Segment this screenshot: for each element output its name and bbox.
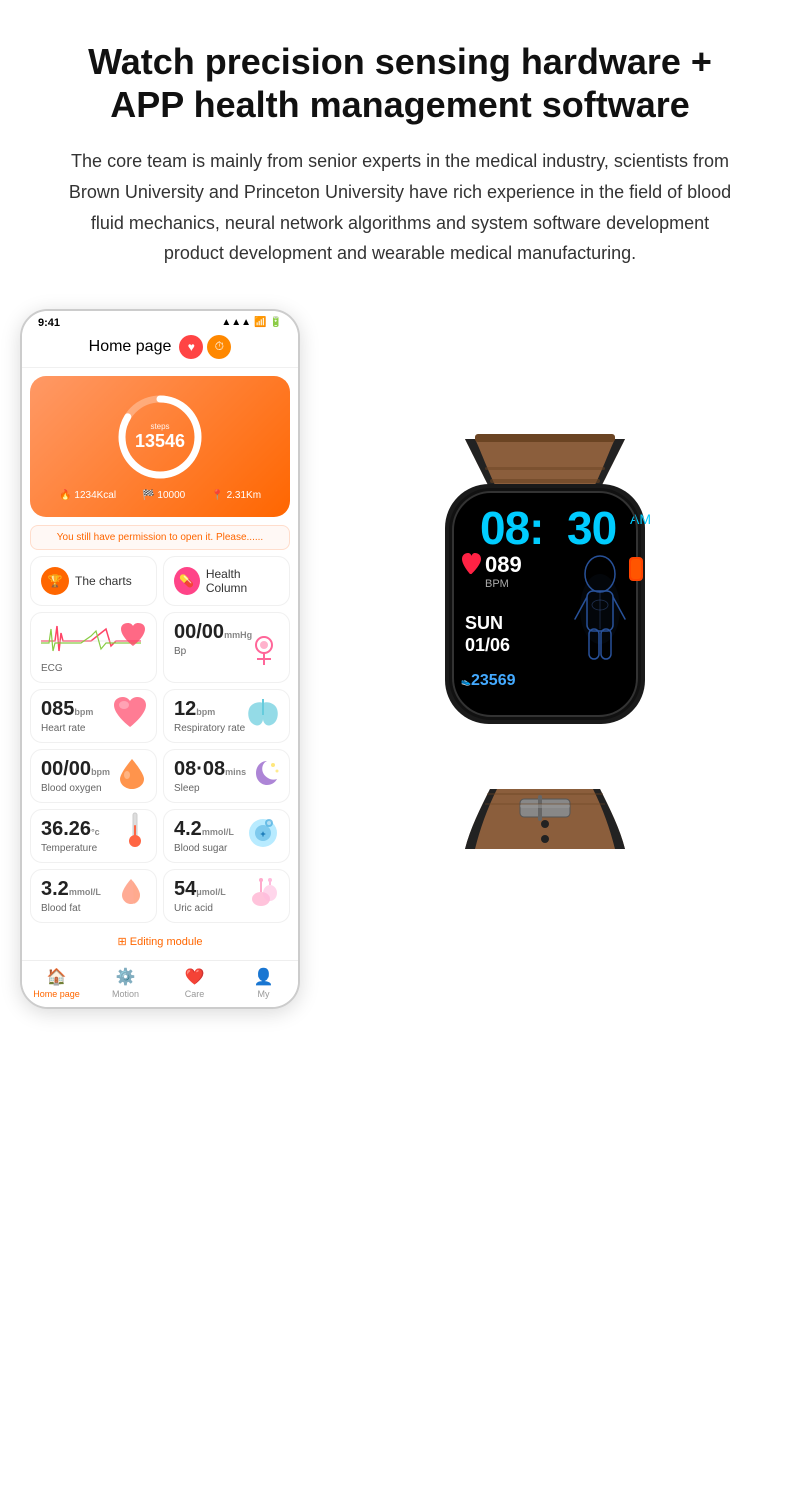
subtitle-text: The core team is mainly from senior expe… <box>60 146 740 268</box>
bottom-nav: 🏠 Home page ⚙️ Motion ❤️ Care 👤 My <box>22 960 298 1007</box>
charts-label: The charts <box>75 574 132 588</box>
steps-center: steps 13546 <box>135 422 185 452</box>
my-nav-icon: 👤 <box>254 967 274 987</box>
header-icons: ♥ ⏱ <box>179 335 231 359</box>
heart-unit: bpm <box>74 707 93 717</box>
ecg-heart <box>118 621 148 654</box>
watch-area: 08: 30 AM 089 BPM <box>310 309 780 929</box>
care-nav-label: Care <box>185 989 205 999</box>
nav-home[interactable]: 🏠 Home page <box>22 967 91 999</box>
svg-text:23569: 23569 <box>471 672 516 689</box>
sugar-item[interactable]: 4.2mmol/L + Blood sugar <box>163 809 290 863</box>
care-nav-icon: ❤️ <box>185 967 205 987</box>
fat-uric-row: 3.2mmol/L Blood fat 54μmol/L <box>22 869 298 923</box>
nav-my[interactable]: 👤 My <box>229 967 298 999</box>
phone-header: Home page ♥ ⏱ <box>22 331 298 368</box>
steps-card: steps 13546 🔥 1234Kcal 🏁 10000 📍 2.31Km <box>30 376 290 517</box>
steps-ring: steps 13546 <box>115 392 205 482</box>
bp-item[interactable]: 00/00mmHg Bp <box>163 612 290 683</box>
home-page-label: Home page <box>89 338 172 356</box>
svg-text:👟: 👟 <box>461 677 471 686</box>
ecg-row: ECG 00/00mmHg Bp <box>22 612 298 683</box>
my-nav-label: My <box>258 989 270 999</box>
wifi-icon: 📶 <box>254 317 266 328</box>
steps-stats: 🔥 1234Kcal 🏁 10000 📍 2.31Km <box>46 490 274 501</box>
svg-text:089: 089 <box>485 552 522 577</box>
battery-icon: 🔋 <box>270 317 282 328</box>
calories-stat: 🔥 1234Kcal <box>59 490 116 501</box>
nav-care[interactable]: ❤️ Care <box>160 967 229 999</box>
status-time: 9:41 <box>38 317 60 329</box>
distance-value: 2.31Km <box>227 490 261 501</box>
status-bar: 9:41 ▲▲▲ 📶 🔋 <box>22 311 298 331</box>
goal-stat: 🏁 10000 <box>142 490 185 501</box>
phone-mockup: 9:41 ▲▲▲ 📶 🔋 Home page ♥ ⏱ <box>20 309 300 1009</box>
temp-sugar-row: 36.26°c Temperature 4.2mmol/L <box>22 809 298 863</box>
main-title: Watch precision sensing hardware + APP h… <box>60 40 740 126</box>
moon-icon <box>247 755 283 796</box>
grid-icon: ⊞ <box>117 936 129 948</box>
steps-value: 13546 <box>135 431 185 452</box>
svg-text:SUN: SUN <box>465 613 503 633</box>
resp-item[interactable]: 12bpm Respiratory rate <box>163 689 290 743</box>
uric-icon <box>243 871 283 916</box>
location-icon: 📍 <box>211 490 223 501</box>
heart-item[interactable]: 085bpm Heart rate <box>30 689 157 743</box>
watch-side-button-svg <box>629 549 649 589</box>
header-icon-2: ⏱ <box>207 335 231 359</box>
heart-resp-row: 085bpm Heart rate 12bpm <box>22 689 298 743</box>
sugar-icon: + <box>243 811 283 856</box>
charts-item[interactable]: 🏆 The charts <box>30 556 157 606</box>
distance-stat: 📍 2.31Km <box>211 490 261 501</box>
fire-icon: 🔥 <box>59 490 71 501</box>
svg-text:01/06: 01/06 <box>465 635 510 655</box>
bp-icon <box>245 633 283 676</box>
svg-text:BPM: BPM <box>485 578 509 590</box>
lungs-icon <box>243 695 283 736</box>
temp-item[interactable]: 36.26°c Temperature <box>30 809 157 863</box>
heart-icon <box>110 695 150 736</box>
thermometer-icon <box>120 809 150 856</box>
nav-motion[interactable]: ⚙️ Motion <box>91 967 160 999</box>
watch-band-bottom-svg <box>335 719 755 879</box>
watch-container: 08: 30 AM 089 BPM <box>335 429 755 929</box>
permission-banner: You still have permission to open it. Pl… <box>30 525 290 550</box>
home-nav-icon: 🏠 <box>47 967 67 987</box>
svg-text:08:: 08: <box>480 502 543 554</box>
editing-module[interactable]: ⊞ Editing module <box>22 929 298 954</box>
motion-nav-icon: ⚙️ <box>116 967 136 987</box>
svg-text:+: + <box>260 829 265 839</box>
ecg-label: ECG <box>41 663 146 674</box>
spo2-sleep-row: 00/00bpm Blood oxygen 08·08mins <box>22 749 298 803</box>
home-nav-label: Home page <box>33 989 80 999</box>
header-section: Watch precision sensing hardware + APP h… <box>0 0 800 289</box>
spo2-item[interactable]: 00/00bpm Blood oxygen <box>30 749 157 803</box>
uric-item[interactable]: 54μmol/L Uric acid <box>163 869 290 923</box>
fat-icon <box>112 873 150 916</box>
svg-text:30: 30 <box>567 502 616 554</box>
sleep-item[interactable]: 08·08mins Sleep <box>163 749 290 803</box>
health-column-label: Health Column <box>206 567 279 595</box>
health-column-item[interactable]: 💊 Health Column <box>163 556 290 606</box>
header-icon-1: ♥ <box>179 335 203 359</box>
steps-ring-container: steps 13546 <box>46 392 274 482</box>
drop-icon <box>114 755 150 796</box>
steps-label: steps <box>135 422 185 431</box>
goal-value: 10000 <box>157 490 185 501</box>
fat-item[interactable]: 3.2mmol/L Blood fat <box>30 869 157 923</box>
health-icon: 💊 <box>174 567 200 595</box>
charts-health-row: 🏆 The charts 💊 Health Column <box>22 556 298 606</box>
ecg-item[interactable]: ECG <box>30 612 157 683</box>
motion-nav-label: Motion <box>112 989 139 999</box>
signal-icon: ▲▲▲ <box>221 317 251 328</box>
content-area: 9:41 ▲▲▲ 📶 🔋 Home page ♥ ⏱ <box>0 289 800 1049</box>
status-icons: ▲▲▲ 📶 🔋 <box>221 317 282 328</box>
calories-value: 1234Kcal <box>74 490 116 501</box>
charts-icon: 🏆 <box>41 567 69 595</box>
resp-unit: bpm <box>196 707 215 717</box>
flag-icon: 🏁 <box>142 490 154 501</box>
